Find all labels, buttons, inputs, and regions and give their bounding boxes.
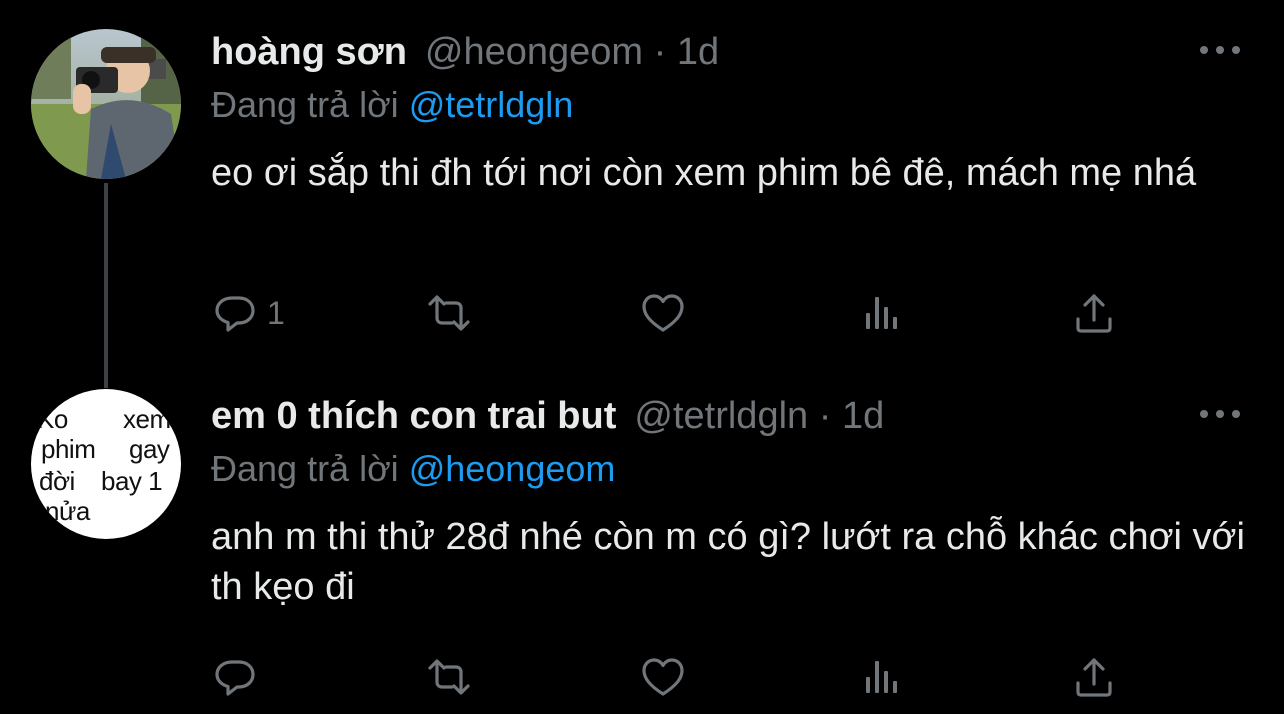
timestamp[interactable]: 1d bbox=[677, 31, 719, 73]
heart-icon bbox=[642, 658, 684, 696]
bar-chart-icon bbox=[866, 297, 897, 329]
retweet-button[interactable] bbox=[425, 288, 473, 338]
tweet-actions bbox=[0, 652, 1284, 702]
tweet-thread: hoàng sơn @heongeom · 1d Đang trả lời @tet… bbox=[0, 0, 1284, 714]
replying-label: Đang trả lời bbox=[211, 84, 399, 125]
photo-avatar-image bbox=[31, 29, 181, 179]
avatar[interactable] bbox=[31, 29, 181, 179]
display-name[interactable]: hoàng sơn bbox=[211, 31, 407, 73]
bar-chart-icon bbox=[866, 661, 897, 693]
avatar-word: bay 1 bbox=[101, 466, 163, 496]
user-handle[interactable]: @tetrldgln bbox=[634, 395, 808, 437]
tweet-header: hoàng sơn @heongeom · 1d bbox=[211, 30, 719, 74]
tweet[interactable]: Ko xem phim gay đời bay 1 nửa em 0 thích… bbox=[0, 364, 1284, 714]
share-upload-icon bbox=[1076, 658, 1112, 697]
replying-label: Đang trả lời bbox=[211, 448, 399, 489]
tweet-text: anh m thi thử 28đ nhé còn m có gì? lướt … bbox=[211, 516, 1245, 608]
replying-to: Đang trả lời @tetrldgln bbox=[211, 83, 573, 127]
avatar-word: phim bbox=[41, 434, 96, 464]
views-button[interactable] bbox=[858, 288, 906, 338]
timestamp[interactable]: 1d bbox=[842, 395, 884, 437]
retweet-icon bbox=[428, 659, 470, 695]
avatar-word: gay bbox=[129, 434, 170, 464]
speech-bubble-icon bbox=[215, 296, 255, 332]
mention-link[interactable]: @tetrldgln bbox=[409, 84, 574, 125]
share-button[interactable] bbox=[1070, 288, 1118, 338]
tweet-text: eo ơi sắp thi đh tới nơi còn xem phim bê… bbox=[211, 152, 1197, 194]
share-upload-icon bbox=[1076, 294, 1112, 333]
share-button[interactable] bbox=[1070, 652, 1118, 702]
ellipsis-icon[interactable] bbox=[1200, 40, 1240, 60]
reply-button[interactable] bbox=[211, 652, 267, 702]
like-button[interactable] bbox=[639, 288, 687, 338]
display-name[interactable]: em 0 thích con trai but bbox=[211, 395, 616, 437]
user-handle[interactable]: @heongeom bbox=[425, 31, 643, 73]
mention-link[interactable]: @heongeom bbox=[409, 448, 616, 489]
avatar-word: xem bbox=[123, 404, 171, 434]
replying-to: Đang trả lời @heongeom bbox=[211, 447, 615, 491]
avatar-word: đời bbox=[39, 466, 75, 496]
reply-count: 1 bbox=[267, 294, 285, 331]
retweet-button[interactable] bbox=[425, 652, 473, 702]
avatar[interactable]: Ko xem phim gay đời bay 1 nửa bbox=[31, 389, 181, 539]
ellipsis-icon[interactable] bbox=[1200, 404, 1240, 424]
tweet[interactable]: hoàng sơn @heongeom · 1d Đang trả lời @tet… bbox=[0, 0, 1284, 360]
retweet-icon bbox=[428, 295, 470, 331]
avatar-word: Ko bbox=[37, 404, 68, 434]
separator-dot: · bbox=[653, 31, 667, 73]
speech-bubble-icon bbox=[215, 660, 255, 696]
reply-button[interactable]: 1 bbox=[211, 288, 285, 338]
like-button[interactable] bbox=[639, 652, 687, 702]
views-button[interactable] bbox=[858, 652, 906, 702]
heart-icon bbox=[642, 294, 684, 332]
separator-dot: · bbox=[818, 395, 832, 437]
avatar-text-image: Ko xem phim gay đời bay 1 nửa bbox=[31, 389, 181, 539]
tweet-header: em 0 thích con trai but @tetrldgln · 1d bbox=[211, 394, 884, 438]
tweet-actions: 1 bbox=[0, 288, 1284, 338]
avatar-word: nửa bbox=[45, 496, 90, 526]
